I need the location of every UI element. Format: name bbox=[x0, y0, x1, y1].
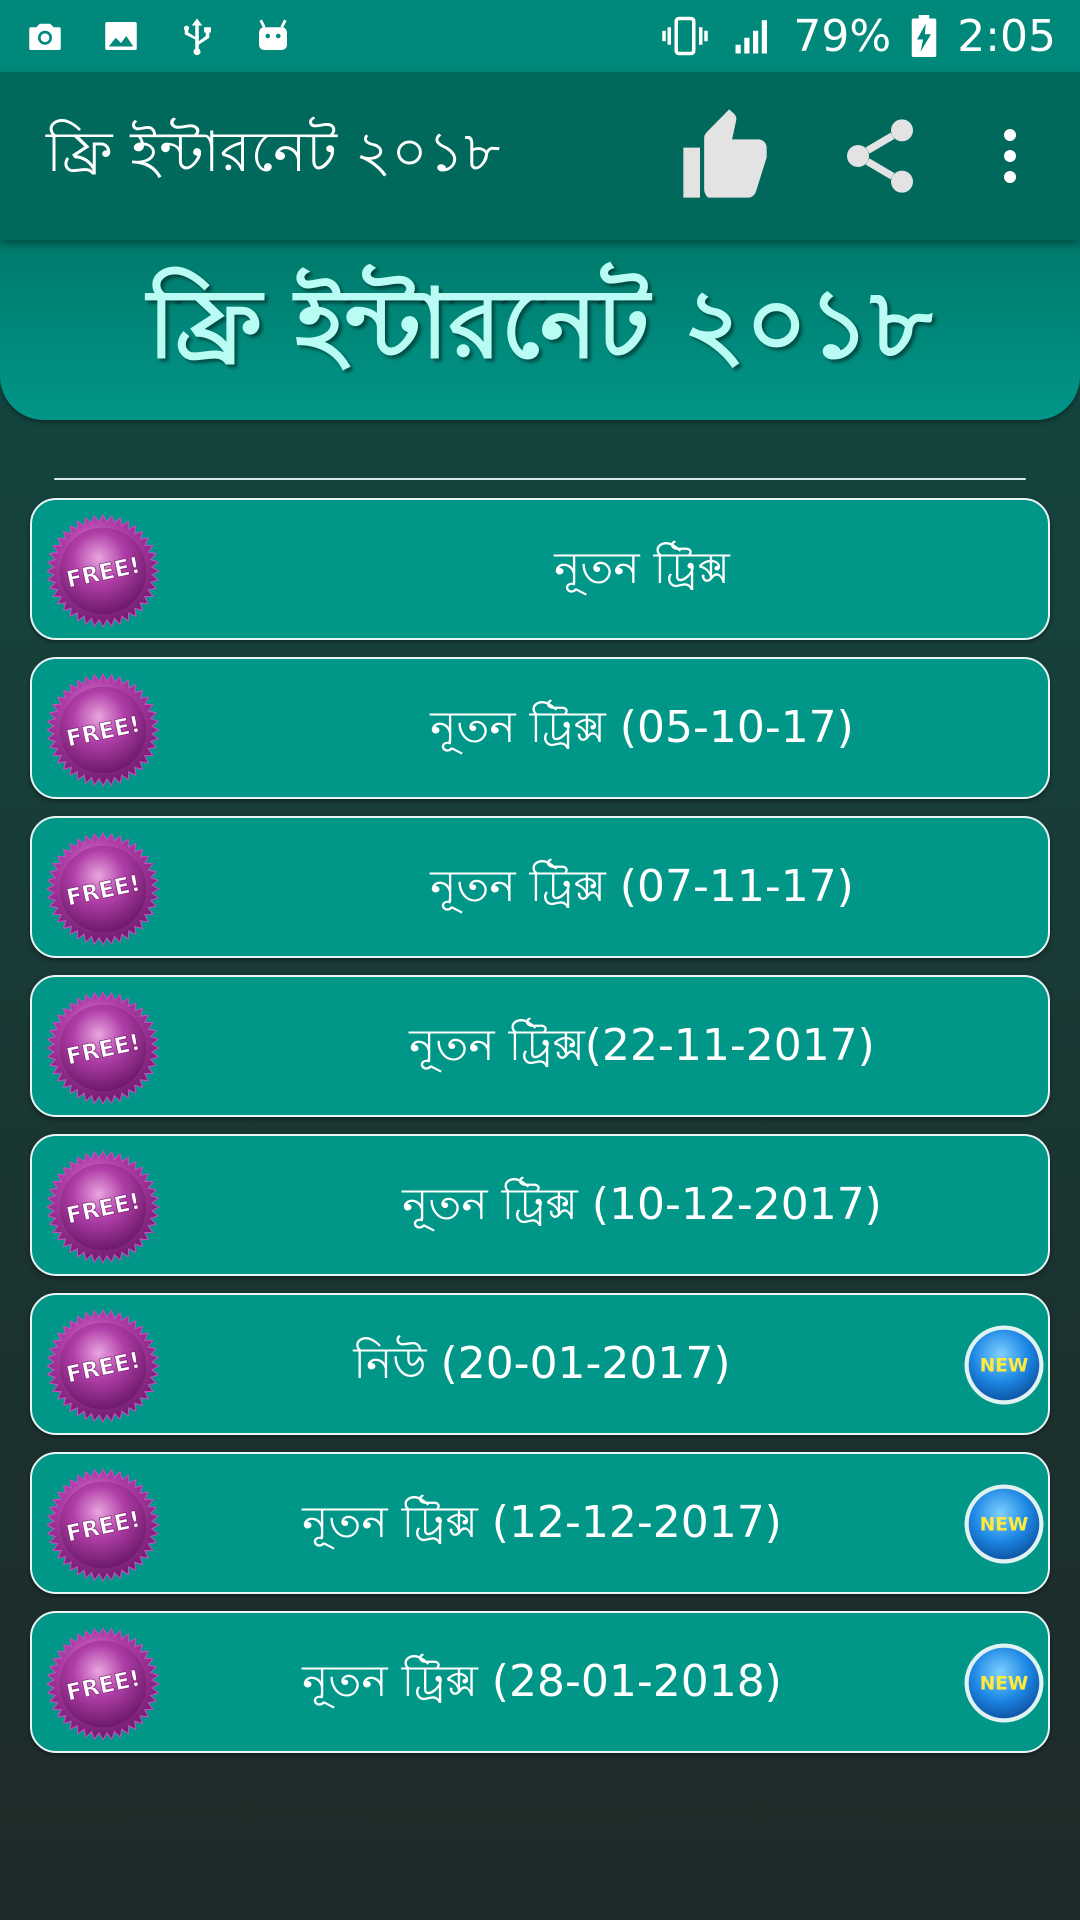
camera-icon bbox=[24, 15, 66, 57]
list-item[interactable]: FREE! নূতন ট্রিক্স (10-12-2017) bbox=[30, 1134, 1050, 1276]
more-vert-icon bbox=[1004, 129, 1016, 183]
new-badge-icon: NEW bbox=[964, 1484, 1044, 1564]
like-button[interactable] bbox=[670, 101, 780, 211]
list-item-label: নিউ (20-01-2017) bbox=[353, 1338, 731, 1389]
free-badge-icon: FREE! bbox=[46, 1468, 160, 1582]
list-item-label: নূতন ট্রিক্স(22-11-2017) bbox=[409, 1020, 875, 1071]
battery-percent: 79% bbox=[793, 10, 892, 62]
header-banner: ফ্রি ইন্টারনেট ২০১৮ bbox=[0, 240, 1080, 420]
battery-charging-icon bbox=[907, 15, 941, 57]
image-icon bbox=[100, 15, 142, 57]
list-item[interactable]: FREE! নূতন ট্রিক্স(22-11-2017) bbox=[30, 975, 1050, 1117]
app-toolbar: ফ্রি ইন্টারনেট ২০১৮ bbox=[0, 72, 1080, 240]
banner-title: ফ্রি ইন্টারনেট ২০১৮ bbox=[147, 266, 933, 380]
more-options-button[interactable] bbox=[980, 106, 1040, 206]
status-system-icons: 79% 2:05 bbox=[657, 11, 1056, 62]
new-badge-icon: NEW bbox=[964, 1643, 1044, 1723]
free-badge-icon: FREE! bbox=[46, 1309, 160, 1423]
list-item-label: নূতন ট্রিক্স (28-01-2018) bbox=[302, 1656, 782, 1707]
free-badge-icon: FREE! bbox=[46, 673, 160, 787]
svg-text:NEW: NEW bbox=[980, 1515, 1028, 1536]
toolbar-actions bbox=[670, 101, 1080, 211]
list-item-label: নূতন ট্রিক্স (12-12-2017) bbox=[302, 1497, 782, 1548]
free-badge-icon: FREE! bbox=[46, 1150, 160, 1264]
list-item-label: নূতন ট্রিক্স (07-11-17) bbox=[430, 861, 854, 912]
svg-text:NEW: NEW bbox=[980, 1356, 1028, 1377]
toolbar-title: ফ্রি ইন্টারনেট ২০১৮ bbox=[46, 120, 501, 185]
list-item[interactable]: FREE! নূতন ট্রিক্স (05-10-17) bbox=[30, 657, 1050, 799]
vibrate-icon bbox=[657, 15, 713, 57]
partial-list-item bbox=[54, 478, 1026, 480]
free-badge-icon: FREE! bbox=[46, 991, 160, 1105]
share-button[interactable] bbox=[830, 106, 930, 206]
new-badge-icon: NEW bbox=[964, 1325, 1044, 1405]
thumbs-up-icon bbox=[683, 109, 767, 198]
usb-icon bbox=[176, 15, 218, 57]
status-notification-icons bbox=[24, 15, 294, 57]
svg-text:NEW: NEW bbox=[980, 1674, 1028, 1695]
list-item[interactable]: FREE! নূতন ট্রিক্স (07-11-17) bbox=[30, 816, 1050, 958]
signal-icon bbox=[729, 15, 777, 57]
list-item[interactable]: FREE! নিউ (20-01-2017) NEW bbox=[30, 1293, 1050, 1435]
free-badge-icon: FREE! bbox=[46, 832, 160, 946]
free-badge-icon: FREE! bbox=[46, 1627, 160, 1741]
share-icon bbox=[847, 119, 913, 193]
list-item-label: নূতন ট্রিক্স (05-10-17) bbox=[430, 702, 854, 753]
list-item[interactable]: FREE! নূতন ট্রিক্স bbox=[30, 498, 1050, 640]
list-item[interactable]: FREE! নূতন ট্রিক্স (12-12-2017) NEW bbox=[30, 1452, 1050, 1594]
clock: 2:05 bbox=[957, 10, 1056, 62]
list-item-label: নূতন ট্রিক্স (10-12-2017) bbox=[402, 1179, 882, 1230]
status-bar: 79% 2:05 bbox=[0, 0, 1080, 72]
list-item-label: নূতন ট্রিক্স bbox=[554, 543, 730, 594]
android-icon bbox=[252, 15, 294, 57]
list-item[interactable]: FREE! নূতন ট্রিক্স (28-01-2018) NEW bbox=[30, 1611, 1050, 1753]
free-badge-icon: FREE! bbox=[46, 514, 160, 628]
